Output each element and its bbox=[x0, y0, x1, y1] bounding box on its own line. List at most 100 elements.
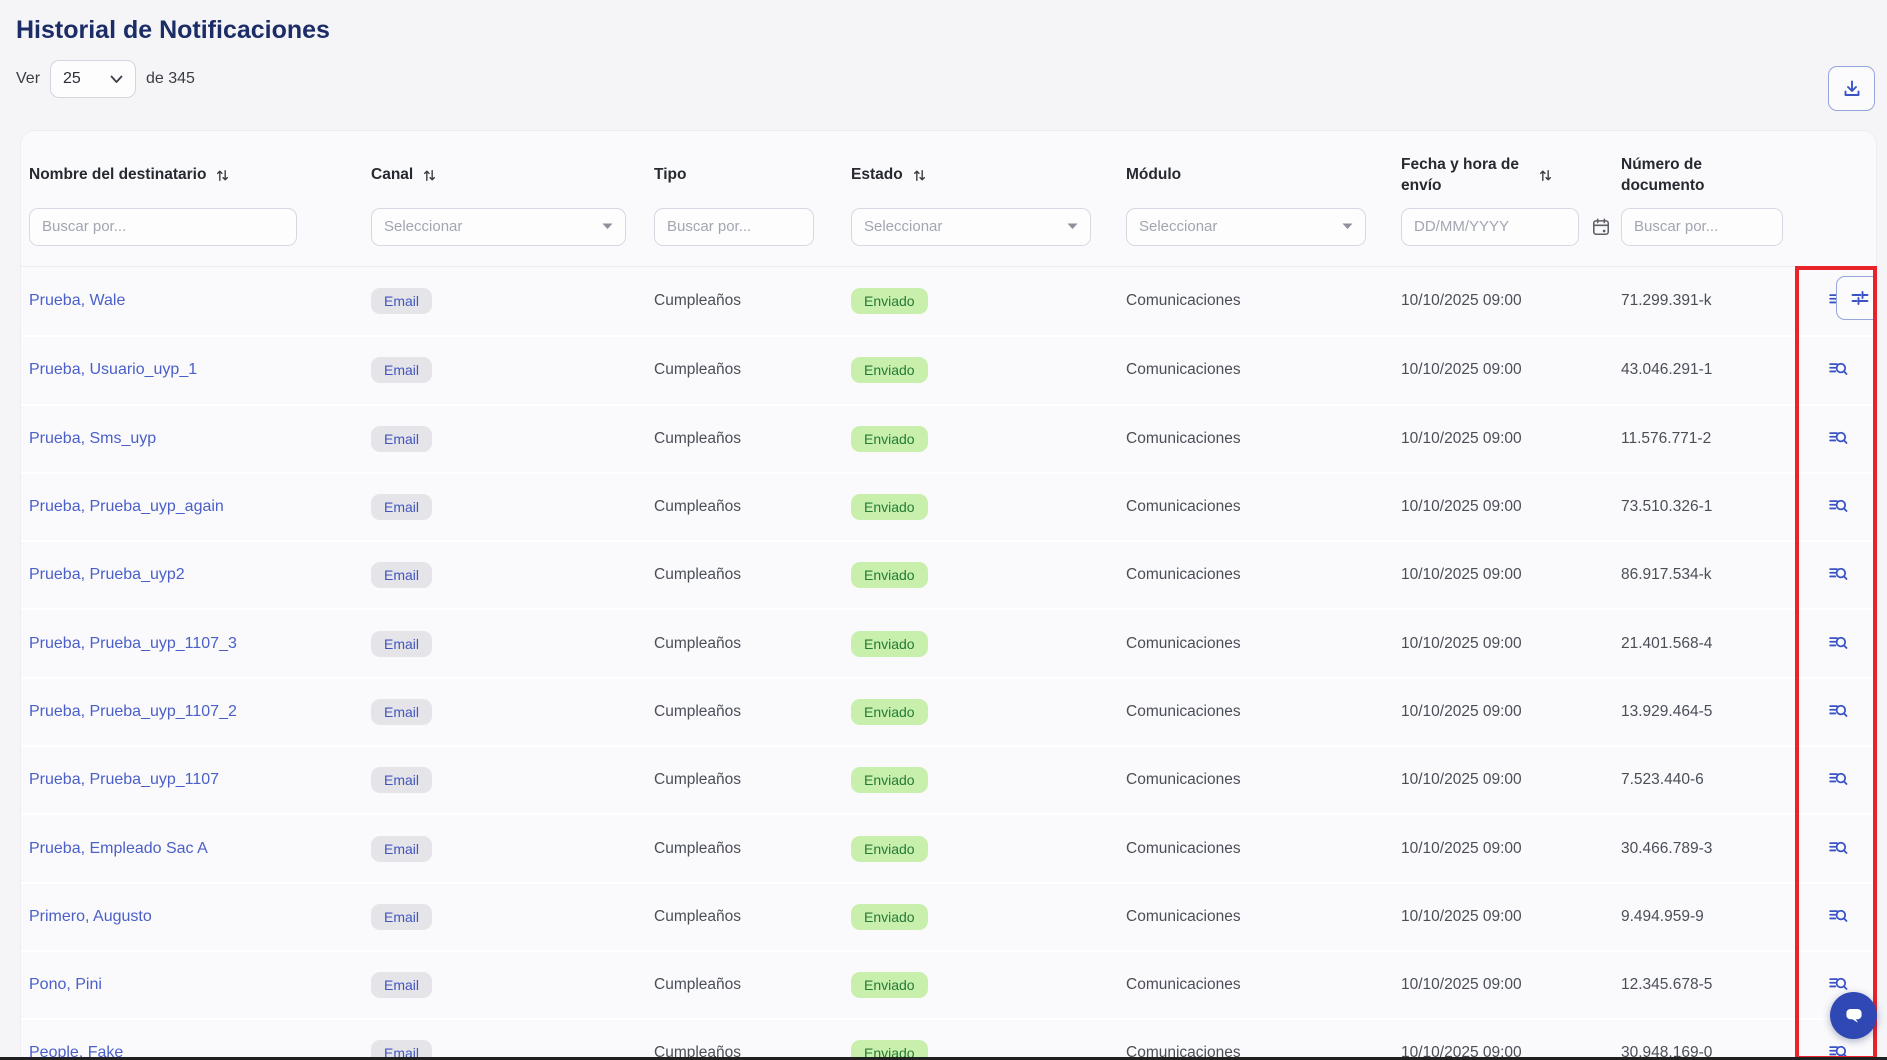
module-cell: Comunicaciones bbox=[1126, 498, 1401, 516]
caret-down-icon bbox=[1342, 223, 1353, 230]
status-badge: Enviado bbox=[851, 631, 928, 657]
column-settings-button[interactable] bbox=[1836, 276, 1877, 320]
sent-datetime-cell: 10/10/2025 09:00 bbox=[1401, 703, 1621, 721]
fecha-date-input[interactable] bbox=[1401, 208, 1579, 246]
channel-badge: Email bbox=[371, 767, 432, 793]
table-row: Prueba, Empleado Sac A Email Cumpleaños … bbox=[21, 813, 1876, 881]
column-header-canal[interactable]: Canal bbox=[371, 165, 654, 186]
search-list-icon bbox=[1827, 905, 1848, 926]
document-number-cell: 86.917.534-k bbox=[1621, 566, 1796, 584]
status-badge: Enviado bbox=[851, 972, 928, 998]
status-badge: Enviado bbox=[851, 904, 928, 930]
recipient-name-link[interactable]: Prueba, Usuario_uyp_1 bbox=[29, 361, 197, 378]
calendar-icon[interactable] bbox=[1591, 217, 1611, 237]
table-row: Prueba, Prueba_uyp2 Email Cumpleaños Env… bbox=[21, 540, 1876, 608]
view-detail-button[interactable] bbox=[1823, 901, 1852, 933]
channel-badge: Email bbox=[371, 357, 432, 383]
sort-icon[interactable] bbox=[215, 168, 230, 183]
nombre-search-input[interactable] bbox=[29, 208, 297, 246]
module-cell: Comunicaciones bbox=[1126, 635, 1401, 653]
table-row: Prueba, Usuario_uyp_1 Email Cumpleaños E… bbox=[21, 335, 1876, 403]
recipient-name-link[interactable]: Prueba, Prueba_uyp_1107 bbox=[29, 771, 219, 788]
status-badge: Enviado bbox=[851, 767, 928, 793]
view-detail-button[interactable] bbox=[1823, 354, 1852, 386]
view-detail-button[interactable] bbox=[1823, 696, 1852, 728]
recipient-name-link[interactable]: Primero, Augusto bbox=[29, 908, 152, 925]
column-header-nombre[interactable]: Nombre del destinatario bbox=[21, 165, 371, 186]
tipo-search-input[interactable] bbox=[654, 208, 814, 246]
channel-badge: Email bbox=[371, 562, 432, 588]
sent-datetime-cell: 10/10/2025 09:00 bbox=[1401, 292, 1621, 310]
filter-nombre bbox=[21, 208, 371, 246]
view-detail-button[interactable] bbox=[1823, 559, 1852, 591]
table-row: People, Fake Email Cumpleaños Enviado Co… bbox=[21, 1018, 1876, 1060]
type-cell: Cumpleaños bbox=[654, 430, 851, 448]
recipient-name-link[interactable]: Prueba, Prueba_uyp_again bbox=[29, 498, 224, 515]
chat-launcher-button[interactable] bbox=[1830, 992, 1877, 1039]
column-header-fecha[interactable]: Fecha y hora de envío bbox=[1401, 155, 1621, 197]
type-cell: Cumpleaños bbox=[654, 498, 851, 516]
recipient-name-link[interactable]: Prueba, Empleado Sac A bbox=[29, 840, 208, 857]
document-number-cell: 71.299.391-k bbox=[1621, 292, 1796, 310]
recipient-name-link[interactable]: Prueba, Prueba_uyp_1107_3 bbox=[29, 635, 237, 652]
recipient-name-link[interactable]: Pono, Pini bbox=[29, 976, 102, 993]
canal-select[interactable]: Seleccionar bbox=[371, 208, 626, 246]
caret-down-icon bbox=[602, 223, 613, 230]
table-header: Nombre del destinatario Canal Tipo Estad… bbox=[21, 131, 1876, 267]
type-cell: Cumpleaños bbox=[654, 635, 851, 653]
view-detail-button[interactable] bbox=[1823, 491, 1852, 523]
document-number-cell: 30.466.789-3 bbox=[1621, 840, 1796, 858]
sort-icon[interactable] bbox=[422, 168, 437, 183]
channel-badge: Email bbox=[371, 836, 432, 862]
status-badge: Enviado bbox=[851, 562, 928, 588]
type-cell: Cumpleaños bbox=[654, 361, 851, 379]
download-button[interactable] bbox=[1828, 66, 1875, 111]
recipient-name-link[interactable]: Prueba, Sms_uyp bbox=[29, 430, 156, 447]
recipient-name-link[interactable]: Prueba, Wale bbox=[29, 292, 125, 309]
table-row: Prueba, Prueba_uyp_again Email Cumpleaño… bbox=[21, 472, 1876, 540]
type-cell: Cumpleaños bbox=[654, 703, 851, 721]
table-row: Prueba, Prueba_uyp_1107_3 Email Cumpleañ… bbox=[21, 608, 1876, 676]
modulo-select[interactable]: Seleccionar bbox=[1126, 208, 1366, 246]
notifications-table: Nombre del destinatario Canal Tipo Estad… bbox=[20, 130, 1877, 1060]
recipient-name-link[interactable]: Prueba, Prueba_uyp2 bbox=[29, 566, 185, 583]
channel-badge: Email bbox=[371, 426, 432, 452]
page-size-select[interactable]: 25 bbox=[50, 60, 136, 98]
chevron-down-icon bbox=[110, 75, 123, 84]
search-list-icon bbox=[1827, 495, 1848, 516]
page-size-bar: Ver 25 de 345 bbox=[16, 60, 195, 98]
module-cell: Comunicaciones bbox=[1126, 840, 1401, 858]
recipient-name-link[interactable]: Prueba, Prueba_uyp_1107_2 bbox=[29, 703, 237, 720]
table-row: Prueba, Sms_uyp Email Cumpleaños Enviado… bbox=[21, 404, 1876, 472]
column-header-estado[interactable]: Estado bbox=[851, 165, 1126, 186]
estado-select[interactable]: Seleccionar bbox=[851, 208, 1091, 246]
status-badge: Enviado bbox=[851, 426, 928, 452]
type-cell: Cumpleaños bbox=[654, 292, 851, 310]
search-list-icon bbox=[1827, 427, 1848, 448]
status-badge: Enviado bbox=[851, 494, 928, 520]
search-list-icon bbox=[1827, 632, 1848, 653]
sort-icon[interactable] bbox=[1538, 168, 1553, 183]
status-badge: Enviado bbox=[851, 288, 928, 314]
sort-icon[interactable] bbox=[912, 168, 927, 183]
search-list-icon bbox=[1827, 768, 1848, 789]
channel-badge: Email bbox=[371, 631, 432, 657]
view-detail-button[interactable] bbox=[1823, 423, 1852, 455]
sent-datetime-cell: 10/10/2025 09:00 bbox=[1401, 361, 1621, 379]
module-cell: Comunicaciones bbox=[1126, 566, 1401, 584]
sliders-icon bbox=[1849, 287, 1871, 309]
document-number-cell: 43.046.291-1 bbox=[1621, 361, 1796, 379]
document-number-cell: 13.929.464-5 bbox=[1621, 703, 1796, 721]
module-cell: Comunicaciones bbox=[1126, 292, 1401, 310]
documento-search-input[interactable] bbox=[1621, 208, 1783, 246]
filter-documento bbox=[1621, 208, 1796, 246]
filter-canal: Seleccionar bbox=[371, 208, 654, 246]
module-cell: Comunicaciones bbox=[1126, 908, 1401, 926]
view-detail-button[interactable] bbox=[1823, 833, 1852, 865]
sent-datetime-cell: 10/10/2025 09:00 bbox=[1401, 566, 1621, 584]
type-cell: Cumpleaños bbox=[654, 976, 851, 994]
view-detail-button[interactable] bbox=[1823, 764, 1852, 796]
view-detail-button[interactable] bbox=[1823, 628, 1852, 660]
sent-datetime-cell: 10/10/2025 09:00 bbox=[1401, 908, 1621, 926]
filter-fecha bbox=[1401, 208, 1621, 246]
